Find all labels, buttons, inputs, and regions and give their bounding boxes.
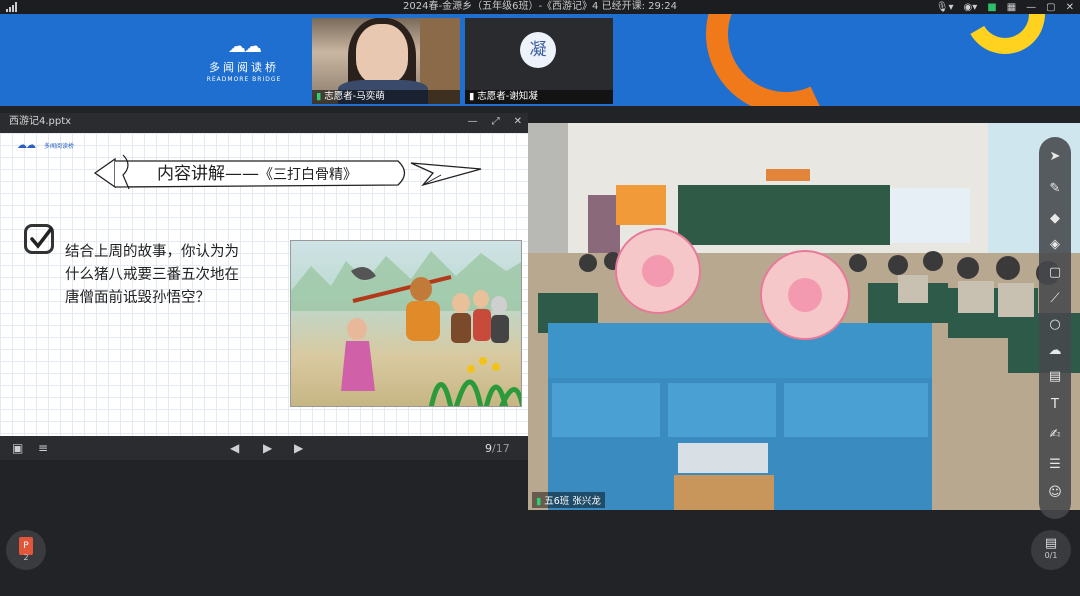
window-title: 2024春-金源乡（五年级6班）-《西游记》4 已经开课: 29:24 <box>403 1 677 12</box>
mic-on-icon: ▮ <box>316 91 322 102</box>
minimize-icon[interactable]: — <box>468 113 478 131</box>
fill-icon[interactable]: ◈ <box>1039 237 1071 252</box>
page-count: 0/1 <box>1044 551 1058 560</box>
box-icon[interactable]: ▤ <box>1039 369 1071 384</box>
cloud-logo-icon: ☁☁ <box>228 36 262 57</box>
question-line: 什么猪八戒要三番五次地在 <box>65 267 239 283</box>
classroom-app: 2024春-金源乡（五年级6班）-《西游记》4 已经开课: 29:24 🎙▾ ◉… <box>0 0 1080 596</box>
classroom-video[interactable]: ▮ 五6班 张兴龙 <box>528 123 1080 510</box>
decor-orange-arc <box>683 14 889 106</box>
maximize-icon[interactable]: ▢ <box>1046 2 1055 13</box>
text-icon[interactable]: T <box>1039 397 1071 412</box>
close-icon[interactable]: ✕ <box>1066 2 1074 13</box>
fullscreen-icon[interactable]: ⤢ <box>492 113 500 131</box>
classroom-caption: ▮ 五6班 张兴龙 <box>532 492 605 508</box>
cursor-icon[interactable]: ➤ <box>1039 149 1071 164</box>
circle-tool-icon[interactable]: ○ <box>1039 317 1071 332</box>
mic-on-icon: ▮ <box>536 496 542 507</box>
slide-heading: 内容讲解——《三打白骨精》 <box>157 164 357 184</box>
avatar: 凝 <box>520 32 556 68</box>
prev-slide-icon[interactable]: ◀ <box>230 441 239 455</box>
participant-tile[interactable]: 凝 ▮ 志愿者-谢知凝 <box>465 18 613 104</box>
ppt-count: 2 <box>23 553 29 562</box>
ppt-dock-button[interactable]: P 2 <box>6 530 46 570</box>
slide-question: 结合上周的故事，你认为为 什么猪八戒要三番五次地在 唐僧面前诋毁孙悟空？ <box>65 241 265 310</box>
mic-icon[interactable]: 🎙▾ <box>936 2 954 13</box>
slide-toolbar: ▣ ≡ ◀ ▶ ▶ 9/17 <box>0 436 528 460</box>
participant-face <box>356 24 408 84</box>
brand-logo: ☁☁ 多闻阅读桥 READMORE BRIDGE <box>192 36 296 83</box>
users-icon[interactable]: ☺ <box>1039 485 1071 500</box>
edit-icon[interactable]: ✍ <box>1039 427 1071 442</box>
slide-canvas[interactable]: ☁☁ 多闻阅读桥 内容讲解——《三打白骨精》 结合上周的故事，你认为为 什么猪八… <box>0 133 528 436</box>
question-line: 结合上周的故事，你认为为 <box>65 244 239 260</box>
next-slide-icon[interactable]: ▶ <box>294 441 303 455</box>
page-dock-button[interactable]: ▤ 0/1 <box>1031 530 1071 570</box>
comic-illustration <box>290 240 522 407</box>
title-bar: 2024春-金源乡（五年级6班）-《西游记》4 已经开课: 29:24 🎙▾ ◉… <box>0 0 1080 14</box>
logo-cn: 多闻阅读桥 <box>209 61 279 74</box>
mic-off-icon: ▮ <box>469 91 475 102</box>
slide-logo-icon: ☁☁ <box>17 140 36 151</box>
eraser-icon[interactable]: ◆ <box>1039 211 1071 226</box>
ppt-filename: 西游记4.pptx <box>9 116 72 127</box>
checkbox-icon <box>24 224 54 254</box>
title-tray: 🎙▾ ◉▾ ■ ▦ — ▢ ✕ <box>936 0 1074 14</box>
decor-yellow-arc <box>956 14 1054 63</box>
play-icon[interactable]: ▶ <box>263 441 272 455</box>
grid-icon[interactable]: ▦ <box>1007 2 1016 13</box>
location-icon[interactable]: ◉▾ <box>964 2 978 13</box>
toc-icon[interactable]: ≡ <box>38 441 48 455</box>
slide-logo-text: 多闻阅读桥 <box>44 143 75 150</box>
participant-tile[interactable]: ▮ 志愿者-马奕萌 <box>312 18 460 104</box>
camera-icon[interactable]: ■ <box>987 2 996 13</box>
thumbnail-icon[interactable]: ▣ <box>12 441 23 455</box>
ruler-icon[interactable]: ⟋ <box>1039 291 1071 306</box>
ppt-window: 西游记4.pptx — ⤢ ✕ ☁☁ 多闻阅读桥 内容讲解——《三打白骨精》 结… <box>0 113 528 460</box>
question-line: 唐僧面前诋毁孙悟空？ <box>65 290 210 306</box>
ppt-titlebar: 西游记4.pptx — ⤢ ✕ <box>0 113 528 131</box>
page-indicator: 9/17 <box>485 442 510 455</box>
pen-icon[interactable]: ✎ <box>1039 181 1071 196</box>
chat-icon[interactable]: ☰ <box>1039 457 1071 472</box>
page-icon: ▤ <box>1044 536 1058 551</box>
cloud-icon[interactable]: ☁ <box>1039 343 1071 358</box>
logo-en: READMORE BRIDGE <box>206 76 282 83</box>
minimize-icon[interactable]: — <box>1026 2 1036 13</box>
participant-name: ▮ 志愿者-谢知凝 <box>465 90 613 104</box>
close-icon[interactable]: ✕ <box>514 113 522 131</box>
classroom-scene <box>528 123 1080 510</box>
participant-name: ▮ 志愿者-马奕萌 <box>312 90 460 104</box>
whiteboard-toolbar: ➤ ✎ ◆ ◈ ▢ ⟋ ○ ☁ ▤ T ✍ ☰ ☺ <box>1039 137 1071 519</box>
shape-icon[interactable]: ▢ <box>1039 265 1071 280</box>
